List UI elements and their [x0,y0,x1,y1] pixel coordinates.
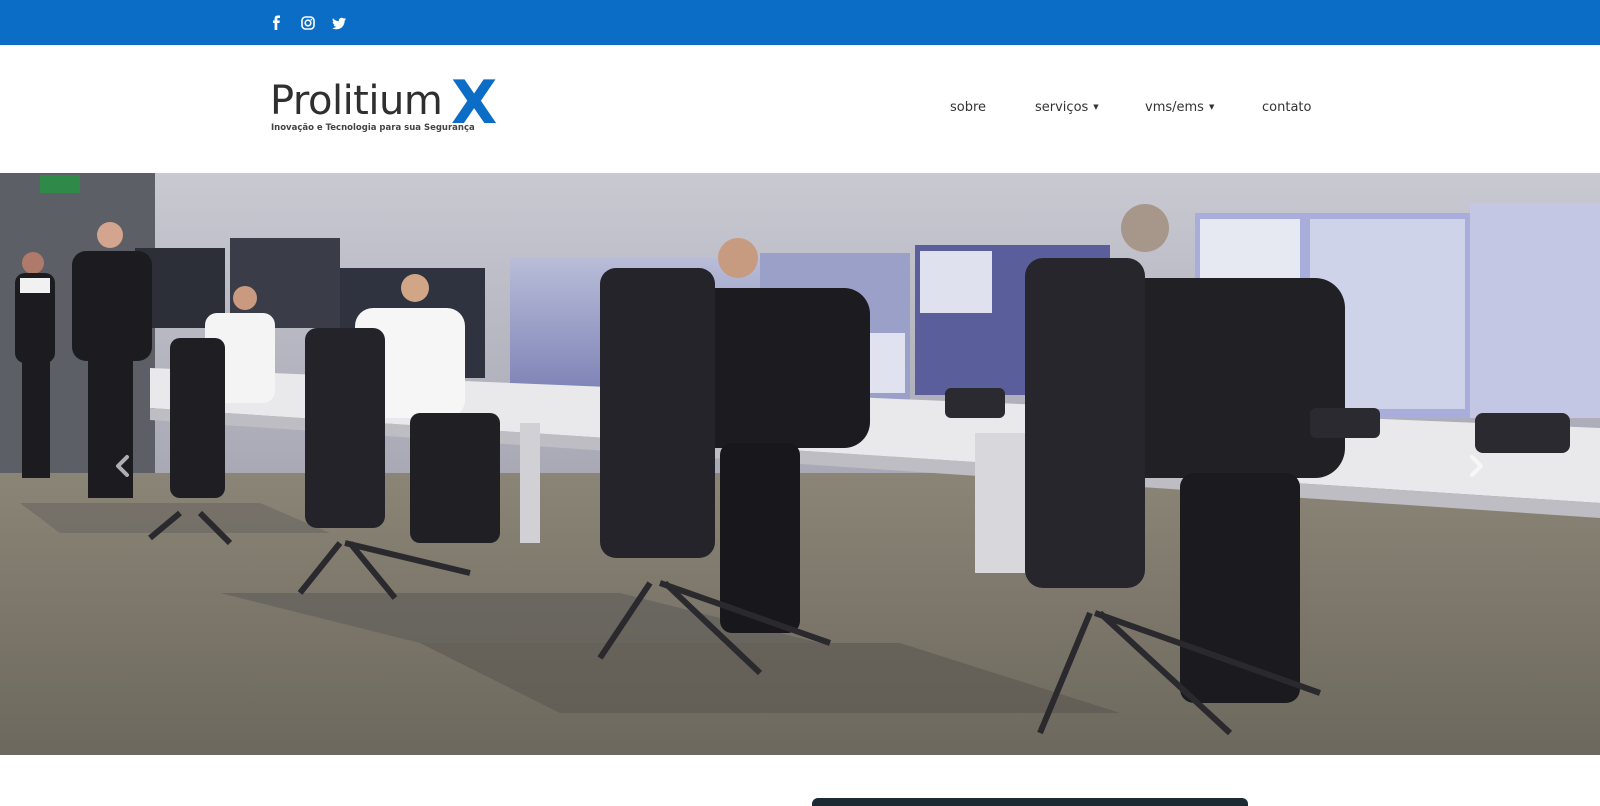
nav-item-servicos[interactable]: serviços ▼ [1035,100,1099,115]
slider-next-button[interactable] [1461,451,1491,481]
logo-tagline: Inovação e Tecnologia para sua Segurança [271,123,475,133]
nav-item-label: serviços [1035,100,1089,115]
caret-down-icon: ▼ [1093,103,1099,111]
site-logo[interactable]: Prolitium X Inovação e Tecnologia para s… [270,73,500,141]
logo-wordmark: Prolitium [270,78,443,124]
chevron-left-icon [116,455,129,477]
nav-item-label: contato [1262,100,1312,115]
nav-item-contato[interactable]: contato [1262,100,1311,115]
slider-prev-button[interactable] [108,451,138,481]
site-header: Prolitium X Inovação e Tecnologia para s… [0,45,1600,173]
chevron-right-icon [1470,455,1483,477]
caret-down-icon: ▼ [1208,103,1215,111]
twitter-link[interactable] [330,14,348,32]
nav-item-label: sobre [950,100,987,115]
top-bar [0,0,1600,45]
instagram-icon [301,16,315,30]
nav-item-vms-ems[interactable]: vms/ems ▼ [1145,100,1214,115]
facebook-link[interactable] [268,14,286,32]
twitter-icon [332,17,346,30]
nav-item-label: vms/ems [1145,100,1204,115]
nav-item-sobre[interactable]: sobre [950,100,986,115]
facebook-icon [273,15,280,30]
instagram-link[interactable] [299,14,317,32]
social-links [268,14,348,32]
hero-slider[interactable] [0,173,1600,755]
security-control-room-photo [0,173,1600,755]
content-panel-top [812,798,1248,806]
